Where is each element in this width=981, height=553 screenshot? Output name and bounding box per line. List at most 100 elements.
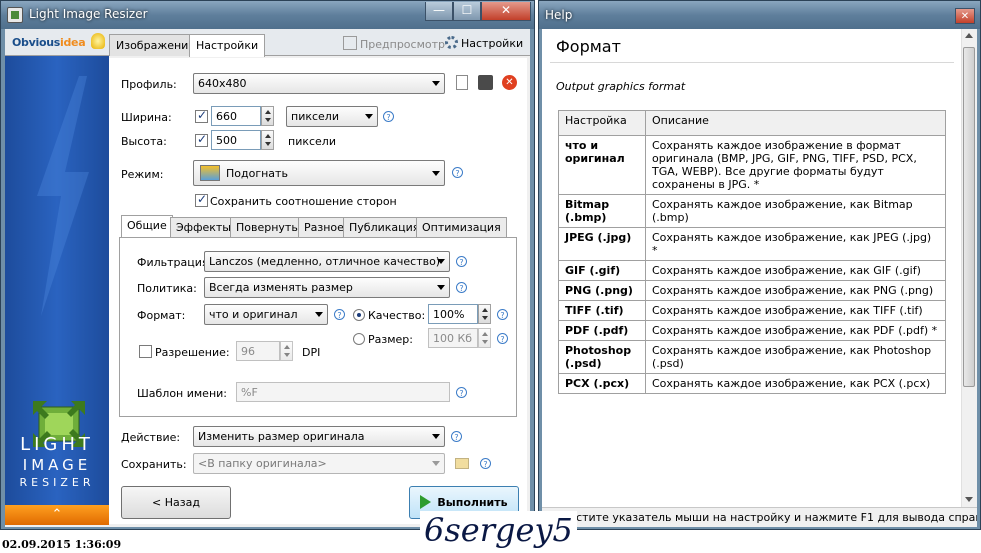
width-help-icon[interactable]: ? bbox=[383, 111, 394, 122]
policy-label: Политика: bbox=[137, 282, 197, 295]
tab-images[interactable]: Изображения bbox=[109, 34, 202, 56]
save-label: Сохранить: bbox=[121, 458, 187, 471]
help-window-title: Help bbox=[545, 8, 573, 22]
name-template-input[interactable]: %F bbox=[236, 382, 450, 402]
banner-text-resizer: RESIZER bbox=[19, 476, 95, 489]
profile-dropdown[interactable]: 640x480 bbox=[193, 73, 445, 94]
help-content: Формат Output graphics format Настройка … bbox=[542, 29, 977, 527]
keep-ratio-checkbox[interactable] bbox=[195, 192, 208, 207]
table-cell-setting: что и оригинал bbox=[558, 135, 646, 195]
close-button[interactable]: ✕ bbox=[481, 2, 531, 21]
new-profile-icon[interactable] bbox=[456, 75, 468, 90]
gear-icon bbox=[445, 36, 458, 49]
width-spinner[interactable] bbox=[261, 106, 274, 126]
subtab-publish[interactable]: Публикация bbox=[343, 217, 426, 237]
height-spinner[interactable] bbox=[261, 130, 274, 150]
mode-thumbnail-icon bbox=[200, 165, 220, 181]
table-cell-setting: PDF (.pdf) bbox=[558, 320, 646, 341]
table-header-setting: Настройка bbox=[558, 110, 646, 136]
action-dropdown[interactable]: Изменить размер оригинала bbox=[193, 426, 445, 447]
resolution-spinner[interactable] bbox=[280, 341, 293, 361]
folder-icon[interactable] bbox=[455, 458, 469, 469]
resolution-input[interactable]: 96 bbox=[236, 341, 280, 361]
filter-help-icon[interactable]: ? bbox=[456, 256, 467, 267]
quality-help-icon[interactable]: ? bbox=[497, 309, 508, 320]
table-cell-setting: Photoshop (.psd) bbox=[558, 340, 646, 374]
quality-input[interactable]: 100% bbox=[428, 304, 478, 324]
size-help-icon[interactable]: ? bbox=[497, 333, 508, 344]
banner-text-light: LIGHT bbox=[20, 434, 94, 455]
table-cell-setting: PNG (.png) bbox=[558, 280, 646, 301]
keep-ratio-label: Сохранить соотношение сторон bbox=[210, 195, 397, 208]
format-label: Формат: bbox=[137, 309, 186, 322]
subtab-rotate[interactable]: Повернуть bbox=[230, 217, 304, 237]
policy-dropdown[interactable]: Всегда изменять размер bbox=[204, 277, 450, 298]
quality-label: Качество: bbox=[368, 309, 426, 322]
help-divider bbox=[550, 62, 954, 63]
help-status-bar: Поместите указатель мыши на настройку и … bbox=[542, 507, 977, 527]
lightbulb-icon bbox=[91, 33, 105, 49]
policy-help-icon[interactable]: ? bbox=[456, 282, 467, 293]
main-window: Light Image Resizer — ☐ ✕ Obviousidea Из… bbox=[0, 0, 535, 530]
app-icon bbox=[7, 7, 23, 23]
height-input[interactable]: 500 bbox=[211, 130, 261, 150]
maximize-button[interactable]: ☐ bbox=[453, 2, 481, 21]
table-cell-description: Сохранять каждое изображение, как JPEG (… bbox=[645, 227, 946, 261]
table-cell-description: Сохранять каждое изображение, как TIFF (… bbox=[645, 300, 946, 321]
subtab-optimization[interactable]: Оптимизация bbox=[416, 217, 507, 237]
size-spinner[interactable] bbox=[478, 328, 491, 348]
size-input[interactable]: 100 Кб bbox=[428, 328, 478, 348]
help-title-bar[interactable]: Help ✕ bbox=[539, 1, 980, 29]
delete-profile-icon[interactable]: ✕ bbox=[502, 75, 517, 90]
width-input[interactable]: 660 bbox=[211, 106, 261, 126]
watermark-signature: 6sergey5 bbox=[420, 511, 577, 549]
name-template-help-icon[interactable]: ? bbox=[456, 387, 467, 398]
filter-dropdown[interactable]: Lanczos (медленно, отличное качество) bbox=[204, 251, 450, 272]
table-header-description: Описание bbox=[645, 110, 946, 136]
quality-spinner[interactable] bbox=[478, 304, 491, 324]
size-label: Размер: bbox=[368, 333, 413, 346]
play-icon bbox=[420, 495, 432, 509]
profile-label: Профиль: bbox=[121, 78, 177, 91]
quality-radio[interactable] bbox=[353, 309, 365, 321]
collapse-button[interactable]: ⌃ bbox=[5, 505, 109, 525]
settings-link[interactable]: Настройки bbox=[445, 36, 523, 50]
scroll-up-arrow-icon[interactable] bbox=[965, 33, 973, 38]
mode-help-icon[interactable]: ? bbox=[452, 167, 463, 178]
table-header-row: Настройка Описание bbox=[558, 110, 946, 136]
help-close-button[interactable]: ✕ bbox=[955, 8, 975, 24]
table-cell-description: Сохранять каждое изображение, как PCX (.… bbox=[645, 373, 946, 394]
table-cell-description: Сохранять каждое изображение, как Bitmap… bbox=[645, 194, 946, 228]
action-help-icon[interactable]: ? bbox=[451, 431, 462, 442]
format-dropdown[interactable]: что и оригинал bbox=[204, 304, 328, 325]
save-help-icon[interactable]: ? bbox=[480, 458, 491, 469]
title-bar[interactable]: Light Image Resizer — ☐ ✕ bbox=[1, 1, 534, 29]
width-checkbox[interactable] bbox=[195, 108, 208, 123]
size-radio[interactable] bbox=[353, 333, 365, 345]
width-unit-dropdown[interactable]: пиксели bbox=[286, 106, 378, 127]
back-button[interactable]: < Назад bbox=[121, 486, 231, 519]
height-checkbox[interactable] bbox=[195, 132, 208, 147]
format-help-icon[interactable]: ? bbox=[334, 309, 345, 320]
resolution-unit-label: DPI bbox=[302, 346, 321, 359]
table-row: PDF (.pdf) Сохранять каждое изображение, … bbox=[558, 320, 946, 341]
top-tab-strip: Obviousidea Изображения Настройки Предпр… bbox=[5, 29, 530, 57]
scroll-down-arrow-icon[interactable] bbox=[965, 497, 973, 502]
table-cell-setting: Bitmap (.bmp) bbox=[558, 194, 646, 228]
subtab-effects[interactable]: Эффекты bbox=[170, 217, 237, 237]
save-destination-dropdown[interactable]: <В папку оригинала> bbox=[193, 453, 445, 474]
save-profile-icon[interactable] bbox=[478, 75, 493, 90]
minimize-button[interactable]: — bbox=[425, 2, 453, 21]
table-cell-description: Сохранять каждое изображение, как GIF (.… bbox=[645, 260, 946, 281]
subtab-general[interactable]: Общие bbox=[121, 215, 173, 238]
tab-settings[interactable]: Настройки bbox=[189, 34, 266, 57]
resolution-label: Разрешение: bbox=[155, 346, 230, 359]
name-template-label: Шаблон имени: bbox=[137, 387, 227, 400]
mode-dropdown[interactable]: Подогнать bbox=[193, 160, 445, 186]
obviousidea-logo: Obviousidea bbox=[12, 36, 86, 49]
filter-label: Фильтрация: bbox=[137, 256, 213, 269]
help-scrollbar-thumb[interactable] bbox=[963, 47, 975, 387]
table-cell-description: Сохранять каждое изображение, как PDF (.… bbox=[645, 320, 946, 341]
table-row: Bitmap (.bmp) Сохранять каждое изображени… bbox=[558, 194, 946, 228]
resolution-checkbox[interactable] bbox=[139, 345, 152, 358]
